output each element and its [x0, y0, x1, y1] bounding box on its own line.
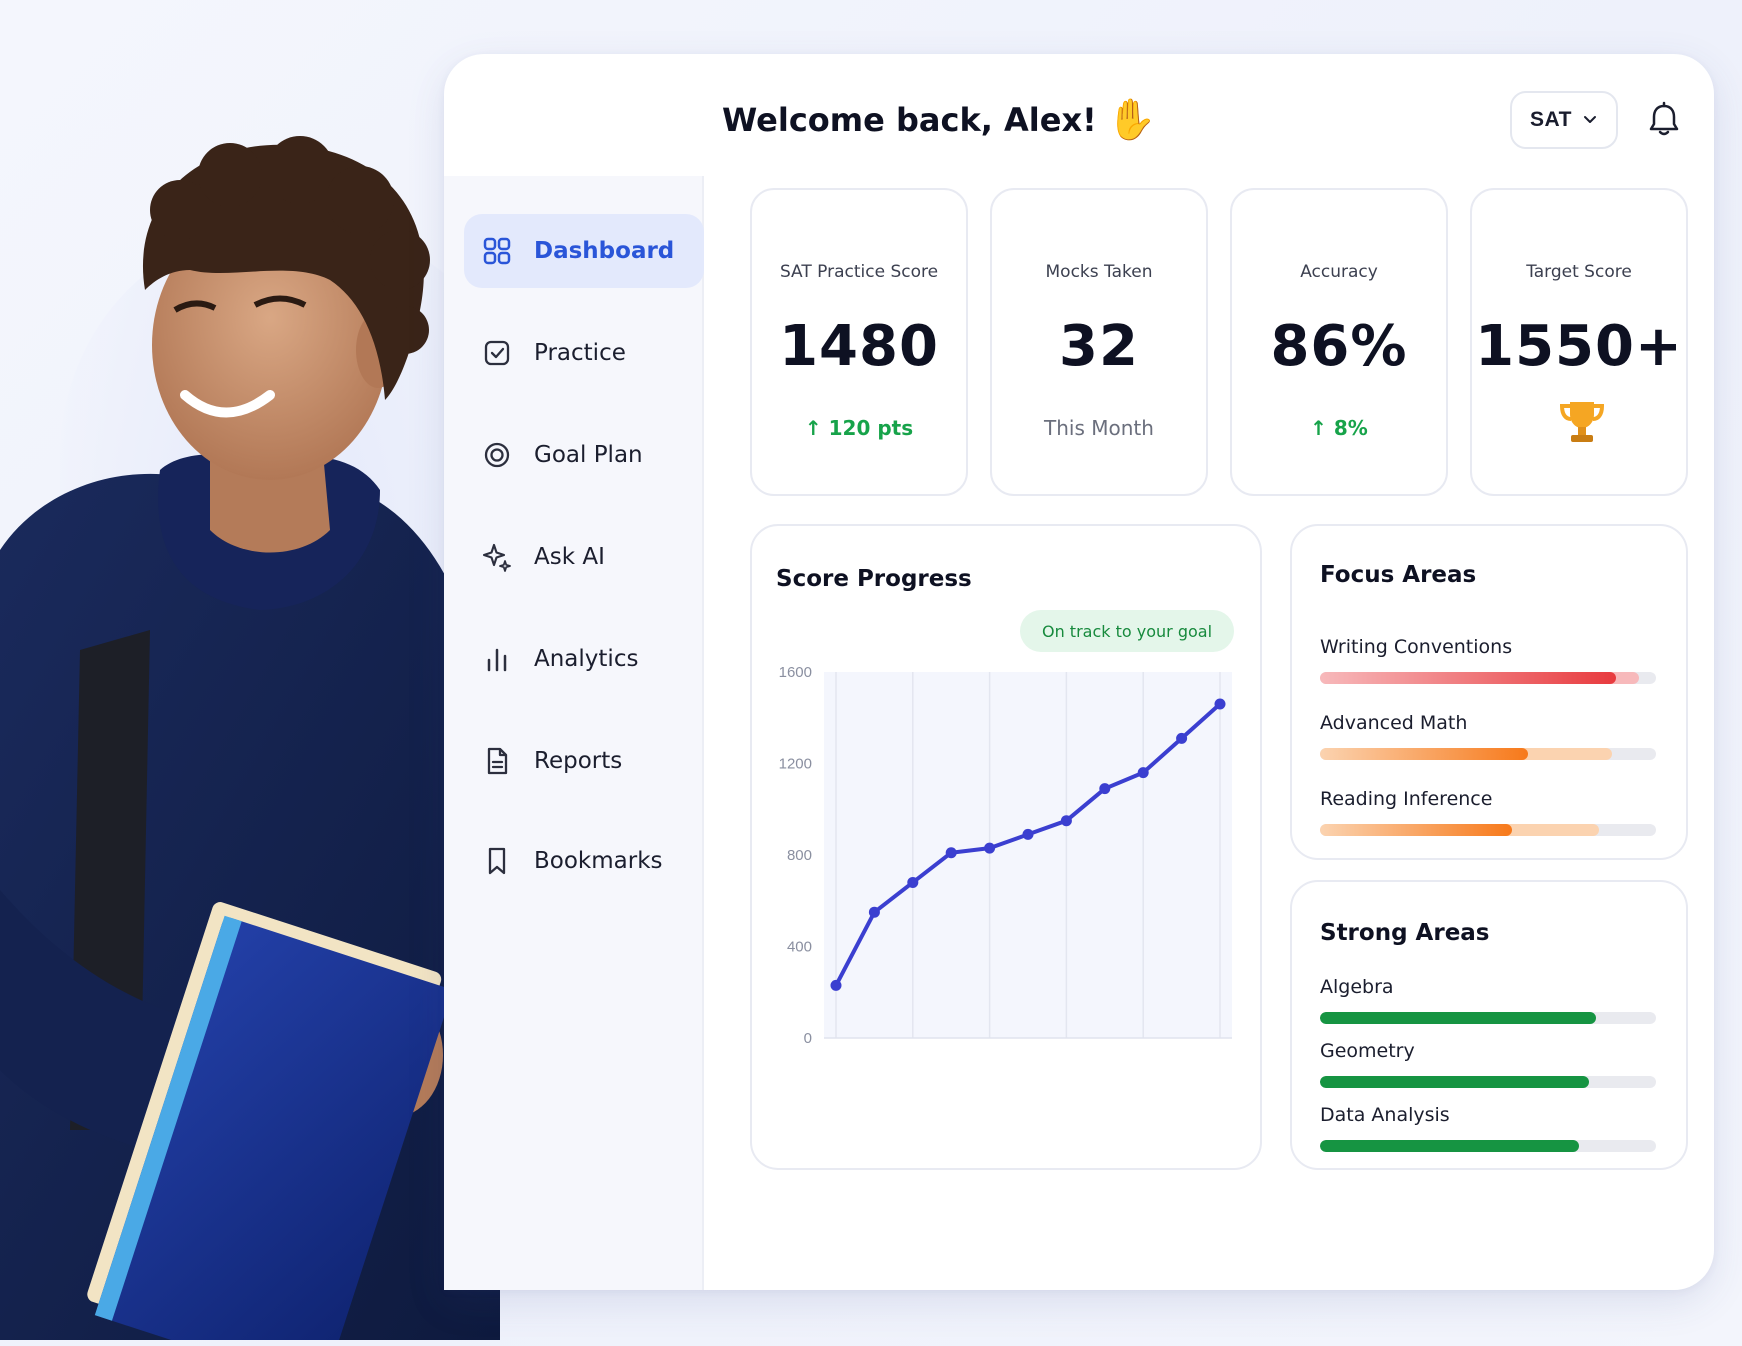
stat-card-accuracy: Accuracy 86% ↑ 8%	[1230, 188, 1448, 496]
welcome-text: Welcome back, Alex!	[722, 101, 1097, 139]
area-label: Algebra	[1320, 976, 1394, 998]
focus-areas-card: Focus Areas Writing Conventions Advanced …	[1290, 524, 1688, 860]
arrow-up-icon: ↑	[804, 416, 822, 440]
data-point	[868, 906, 880, 918]
stat-value: 1480	[779, 314, 939, 379]
sidebar-item-label: Analytics	[534, 646, 639, 672]
data-point	[907, 876, 919, 888]
stat-card-mocks-taken: Mocks Taken 32 This Month	[990, 188, 1208, 496]
sidebar-item-analytics[interactable]: Analytics	[464, 622, 704, 696]
plot-area	[824, 672, 1232, 1038]
sidebar-item-label: Bookmarks	[534, 848, 663, 874]
status-badge: On track to your goal	[1020, 610, 1234, 652]
progress-bar	[1320, 1076, 1656, 1088]
target-icon	[484, 442, 510, 468]
checkbox-icon	[484, 340, 510, 366]
sidebar-item-reports[interactable]: Reports	[464, 724, 704, 798]
exam-select-value: SAT	[1530, 108, 1572, 131]
data-point	[1176, 732, 1188, 744]
sidebar-item-label: Dashboard	[534, 238, 675, 264]
sidebar-item-label: Goal Plan	[534, 442, 643, 468]
sidebar-item-label: Ask AI	[534, 544, 605, 570]
progress-bar-fill	[1320, 1140, 1579, 1152]
progress-bar-fill	[1320, 748, 1529, 760]
stat-change-value: 8%	[1333, 416, 1368, 440]
progress-bar	[1320, 748, 1656, 760]
card-title: Score Progress	[776, 566, 972, 592]
bar-chart-icon	[487, 648, 507, 672]
progress-bar	[1320, 824, 1656, 836]
data-point	[945, 847, 957, 859]
stat-label: SAT Practice Score	[779, 262, 939, 282]
data-point	[1060, 815, 1072, 827]
area-label: Data Analysis	[1320, 1104, 1450, 1126]
score-progress-card: Score Progress On track to your goal May…	[750, 524, 1262, 1170]
stat-subtext: This Month	[1044, 416, 1154, 440]
stat-value: 1550+	[1475, 314, 1683, 379]
exam-select-dropdown[interactable]: SAT	[1510, 91, 1618, 149]
y-tick-label: 0	[804, 1030, 812, 1047]
y-tick-label: 1200	[779, 756, 812, 773]
stat-change: ↑ 8%	[1232, 416, 1446, 440]
data-point	[1099, 783, 1111, 795]
y-tick-label: 800	[787, 847, 812, 864]
area-label: Writing Conventions	[1320, 636, 1513, 658]
data-point	[1137, 767, 1149, 779]
trophy-icon	[1559, 402, 1605, 442]
data-point	[830, 979, 842, 991]
sidebar-item-practice[interactable]: Practice	[464, 316, 704, 390]
chevron-down-icon	[1583, 116, 1596, 123]
progress-bar-fill	[1320, 824, 1512, 836]
arrow-up-icon: ↑	[1310, 416, 1327, 440]
student-illustration	[0, 136, 500, 1340]
stat-value: 86%	[1270, 314, 1408, 379]
notification-bell-icon[interactable]	[1644, 100, 1684, 140]
area-label: Geometry	[1320, 1040, 1415, 1062]
sidebar-item-ask-ai[interactable]: Ask AI	[464, 520, 704, 594]
data-point	[1214, 698, 1226, 710]
progress-bar	[1320, 1140, 1656, 1152]
stat-label: Mocks Taken	[1045, 262, 1153, 282]
bookmark-icon	[488, 847, 506, 875]
grid-icon	[483, 237, 511, 265]
sidebar: Dashboard Practice Goal Plan Ask AI Anal…	[444, 176, 704, 1290]
score-line-chart: May 1May 15May 29Jun 12Jun 26Jul 5040080…	[779, 664, 1232, 1047]
sidebar-item-dashboard[interactable]: Dashboard	[464, 214, 704, 288]
progress-bar-fill	[1320, 1012, 1596, 1024]
sparkle-icon	[482, 543, 511, 572]
y-tick-label: 1600	[779, 664, 812, 681]
stat-change-value: 120 pts	[828, 416, 914, 440]
y-tick-label: 400	[787, 939, 812, 956]
sidebar-item-goal-plan[interactable]: Goal Plan	[464, 418, 704, 492]
document-icon	[487, 747, 508, 775]
welcome-heading: Welcome back, Alex! ✋	[722, 100, 1157, 140]
app-window: Welcome back, Alex! ✋ SAT Dashboard Prac…	[444, 54, 1714, 1290]
stat-value: 32	[1059, 314, 1139, 379]
top-bar: Welcome back, Alex! ✋ SAT	[444, 54, 1714, 180]
progress-bar-fill	[1320, 672, 1616, 684]
sidebar-item-label: Practice	[534, 340, 626, 366]
stat-card-target-score: Target Score 1550+	[1470, 188, 1688, 496]
waving-hand-icon: ✋	[1106, 97, 1157, 143]
card-title: Strong Areas	[1320, 920, 1490, 946]
sidebar-item-label: Reports	[534, 748, 623, 774]
progress-bar-fill	[1320, 1076, 1589, 1088]
progress-bar	[1320, 672, 1656, 684]
stat-label: Accuracy	[1300, 262, 1378, 282]
area-label: Advanced Math	[1320, 712, 1468, 734]
stat-card-practice-score: SAT Practice Score 1480 ↑ 120 pts	[750, 188, 968, 496]
data-point	[984, 842, 996, 854]
sidebar-item-bookmarks[interactable]: Bookmarks	[464, 824, 704, 898]
card-title: Focus Areas	[1320, 562, 1477, 588]
stat-change: ↑ 120 pts	[752, 416, 966, 440]
data-point	[1022, 828, 1034, 840]
stat-label: Target Score	[1526, 262, 1632, 282]
strong-areas-card: Strong Areas Algebra Geometry Data Analysi…	[1290, 880, 1688, 1170]
area-label: Reading Inference	[1320, 788, 1493, 810]
progress-bar	[1320, 1012, 1656, 1024]
